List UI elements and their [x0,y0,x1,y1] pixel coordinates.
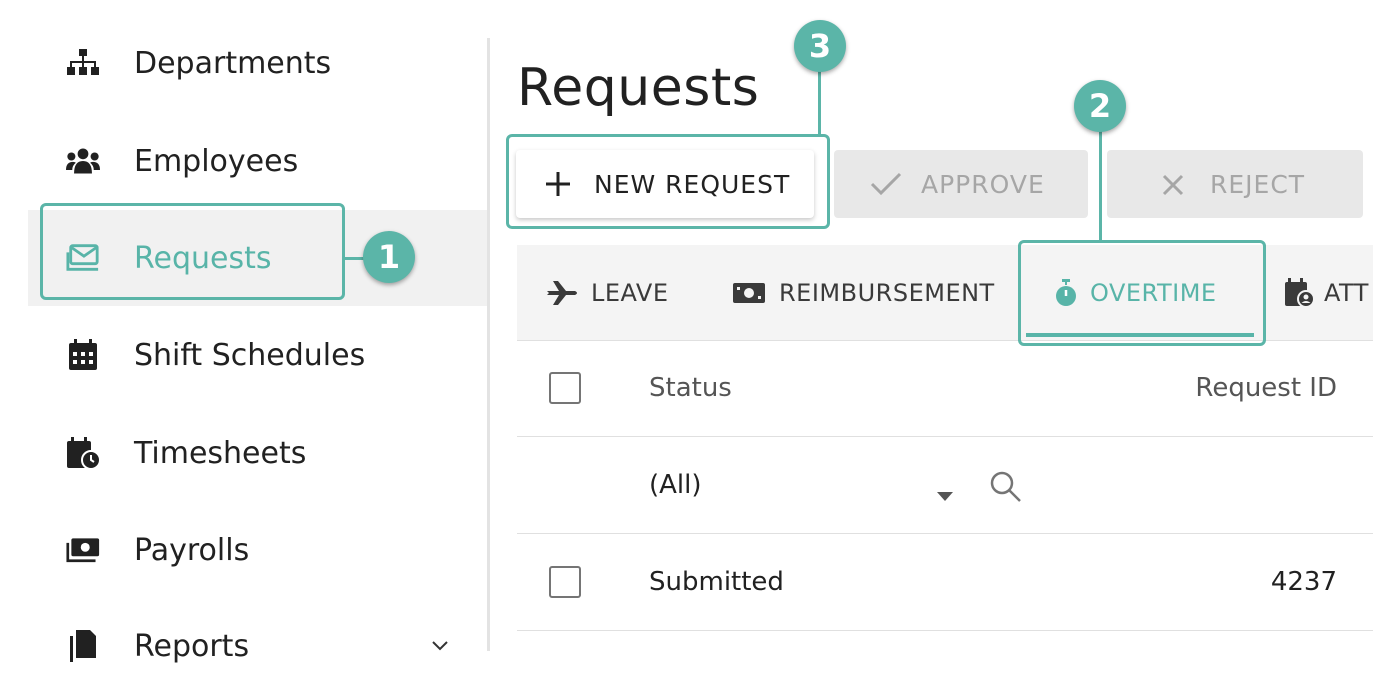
sidebar-item-label: Reports [134,628,250,664]
sidebar-item-label: Timesheets [134,435,307,471]
grid-filter-row: (All) [517,437,1373,534]
requests-grid: Status Request ID (All) Submitted 4237 [517,340,1373,651]
sidebar-item-timesheets[interactable]: Timesheets [28,405,488,501]
new-request-button[interactable]: NEW REQUEST [516,150,814,218]
column-header-request-id[interactable]: Request ID [1195,340,1337,436]
page-title: Requests [517,58,760,118]
chevron-down-icon[interactable] [432,632,448,657]
plane-icon [547,280,579,305]
check-icon [870,172,902,202]
tab-reimbursement[interactable]: REIMBURSEMENT [733,245,995,340]
calendar-clock-icon [66,436,100,470]
grid-header-row: Status Request ID [517,340,1373,437]
sidebar: Departments Employees Requests Shift Sch… [0,0,488,664]
approve-button[interactable]: APPROVE [834,150,1088,218]
money-bill-icon [66,533,100,567]
tab-attendance[interactable]: ATT [1284,245,1369,340]
envelope-icon [66,241,100,275]
request-id-cell: 4237 [1270,567,1337,597]
sidebar-item-reports[interactable]: Reports [28,598,488,694]
new-request-label: NEW REQUEST [594,169,791,199]
reject-label: REJECT [1210,169,1306,199]
users-icon [66,144,100,178]
request-type-tabs: LEAVE REIMBURSEMENT OVERTIME ATT [517,245,1373,341]
row-checkbox[interactable] [549,566,581,598]
callout-badge-2: 2 [1074,80,1126,132]
callout-badge-1: 1 [363,231,415,283]
sidebar-item-label: Payrolls [134,532,250,568]
status-filter-select[interactable]: (All) [649,437,702,533]
calendar-user-icon [1284,277,1314,308]
sidebar-item-requests[interactable]: Requests [28,210,488,306]
connector-2 [1099,130,1102,240]
search-icon[interactable] [989,470,1023,511]
select-all-checkbox[interactable] [549,372,581,404]
stopwatch-icon [1054,278,1078,307]
sidebar-item-employees[interactable]: Employees [28,113,488,209]
reject-button[interactable]: REJECT [1107,150,1363,218]
file-icon [66,629,100,663]
tab-leave[interactable]: LEAVE [547,245,669,340]
sitemap-icon [66,46,100,80]
plus-icon [544,170,572,204]
tab-overtime[interactable]: OVERTIME [1054,245,1217,340]
table-row[interactable]: Submitted 4237 [517,534,1373,631]
status-cell: Submitted [649,567,784,597]
callout-badge-3: 3 [794,20,846,72]
sidebar-item-departments[interactable]: Departments [28,15,488,111]
column-header-status[interactable]: Status [649,340,732,436]
approve-label: APPROVE [921,169,1045,199]
sidebar-item-label: Departments [134,45,332,81]
sidebar-divider [487,38,490,651]
caret-down-icon[interactable] [937,479,953,509]
close-icon [1162,173,1184,202]
sidebar-item-shift-schedules[interactable]: Shift Schedules [28,307,488,403]
sidebar-item-label: Shift Schedules [134,337,366,373]
sidebar-item-payrolls[interactable]: Payrolls [28,502,488,598]
sidebar-item-label: Employees [134,143,299,179]
connector-1 [345,257,365,260]
sidebar-item-label: Requests [134,240,272,276]
money-icon [733,282,765,303]
active-tab-indicator [1026,333,1254,337]
calendar-icon [66,338,100,372]
connector-3 [818,68,821,134]
